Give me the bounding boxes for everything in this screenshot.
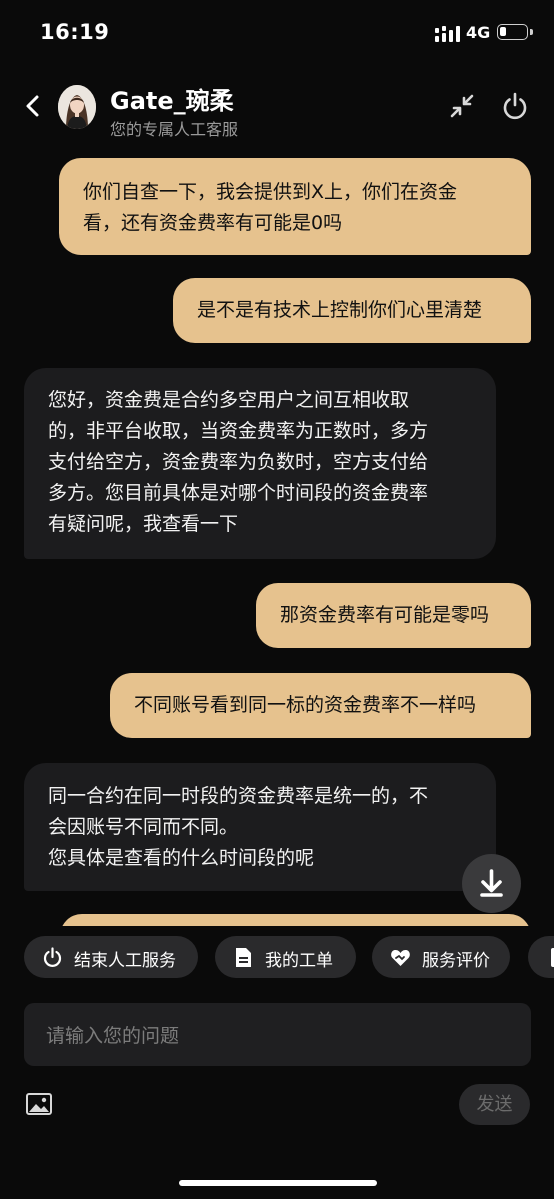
document-icon [551, 948, 554, 967]
message-line: 您好，资金费是合约多空用户之间互相收取 [48, 389, 410, 411]
status-bar: 16:19 4G [0, 0, 554, 62]
quick-actions-bar[interactable]: 结束人工服务 我的工单 服务评价 [0, 936, 554, 980]
heart-handshake-icon [391, 950, 410, 966]
my-tickets-button[interactable]: 我的工单 [215, 936, 356, 978]
signal-icon [435, 26, 460, 42]
more-actions-chip[interactable] [528, 936, 554, 978]
chip-label: 服务评价 [422, 951, 490, 971]
message-outgoing[interactable]: 那资金费率有可能是零吗 [256, 583, 531, 648]
message-outgoing-partial[interactable] [60, 914, 531, 926]
home-indicator [179, 1180, 377, 1186]
scroll-to-bottom-button[interactable] [462, 854, 521, 913]
message-input[interactable] [44, 1003, 518, 1068]
message-incoming[interactable]: 您好，资金费是合约多空用户之间互相收取 的，非平台收取，当资金费率为正数时，多方… [24, 368, 496, 559]
message-outgoing[interactable]: 你们自查一下，我会提供到X上，你们在资金 看，还有资金费率有可能是0吗 [59, 158, 531, 255]
back-chevron-icon[interactable] [22, 94, 46, 118]
message-line: 会因账号不同而不同。 [48, 816, 239, 838]
message-outgoing[interactable]: 是不是有技术上控制你们心里清楚 [173, 278, 531, 343]
agent-avatar [58, 85, 96, 129]
message-line: 不同账号看到同一标的资金费率不一样吗 [134, 694, 477, 716]
image-upload-icon[interactable] [26, 1093, 52, 1115]
message-line: 是不是有技术上控制你们心里清楚 [197, 299, 483, 321]
agent-name: Gate_琬柔 [110, 87, 234, 115]
message-line: 那资金费率有可能是零吗 [280, 604, 490, 626]
chip-label: 结束人工服务 [74, 951, 176, 971]
agent-subtitle: 您的专属人工客服 [110, 120, 239, 139]
battery-icon [497, 24, 528, 40]
send-button[interactable]: 发送 [459, 1084, 530, 1125]
message-line: 的，非平台收取，当资金费率为正数时，多方 [48, 420, 429, 442]
document-icon [236, 948, 251, 967]
message-input-box[interactable] [24, 1003, 531, 1068]
battery-level [500, 27, 506, 36]
message-incoming[interactable]: 同一合约在同一时段的资金费率是统一的，不 会因账号不同而不同。 您具体是查看的什… [24, 763, 496, 891]
message-line: 多方。您目前具体是对哪个时间段的资金费率 [48, 482, 429, 504]
minimize-icon[interactable] [449, 93, 475, 119]
battery-tip [530, 29, 533, 35]
message-line: 支付给空方，资金费率为负数时，空方支付给 [48, 451, 429, 473]
end-service-button[interactable]: 结束人工服务 [24, 936, 198, 978]
message-line: 看，还有资金费率有可能是0吗 [83, 212, 343, 234]
end-session-power-icon[interactable] [500, 91, 530, 121]
message-line: 你们自查一下，我会提供到X上，你们在资金 [83, 181, 458, 203]
network-type: 4G [466, 23, 491, 42]
power-icon [43, 947, 62, 967]
chat-header: Gate_琬柔 您的专属人工客服 [0, 62, 554, 152]
message-list[interactable]: 你们自查一下，我会提供到X上，你们在资金 看，还有资金费率有可能是0吗 是不是有… [0, 152, 554, 926]
chip-label: 我的工单 [265, 951, 333, 971]
message-line: 您具体是查看的什么时间段的呢 [48, 847, 315, 869]
message-line: 有疑问呢，我查看一下 [48, 513, 239, 535]
message-outgoing[interactable]: 不同账号看到同一标的资金费率不一样吗 [110, 673, 531, 738]
download-arrow-icon [480, 869, 503, 897]
message-line: 同一合约在同一时段的资金费率是统一的，不 [48, 785, 429, 807]
status-time: 16:19 [40, 20, 110, 44]
service-rating-button[interactable]: 服务评价 [372, 936, 510, 978]
